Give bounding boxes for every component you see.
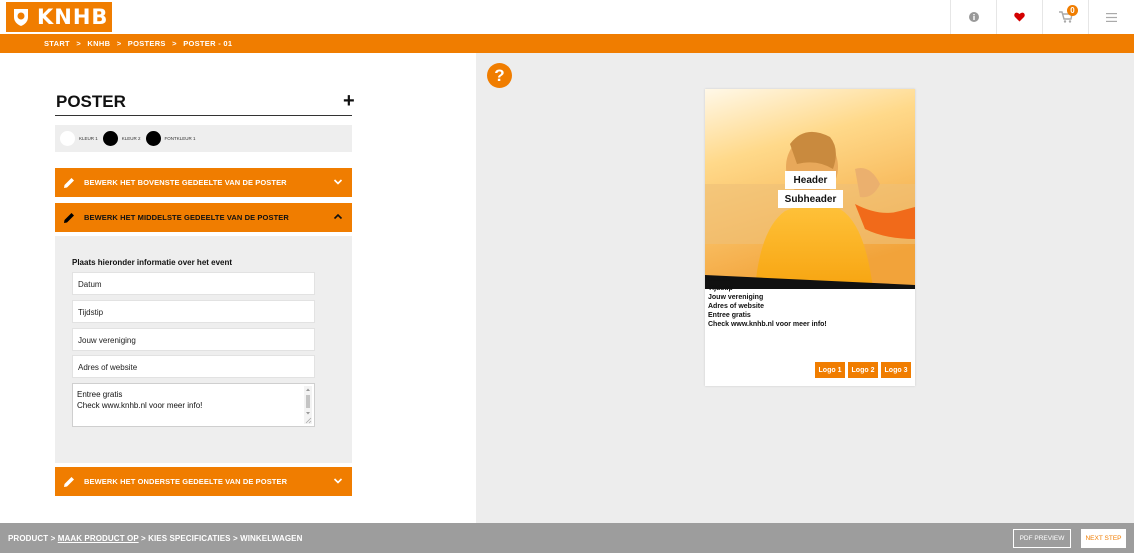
breadcrumb-bar: START > KNHB > POSTERS > POSTER - 01	[0, 34, 1134, 53]
info-icon	[968, 12, 979, 22]
poster-preview-area: ? Header Subheader Datum Tijdstip Jouw v…	[476, 53, 1134, 523]
step-product[interactable]: PRODUCT	[8, 534, 48, 543]
chevron-down-icon	[333, 179, 343, 185]
poster-line: Datum	[708, 276, 730, 283]
accordion-label: BEWERK HET ONDERSTE GEDEELTE VAN DE POST…	[84, 477, 288, 486]
breadcrumb-separator: >	[76, 39, 82, 48]
brand-name: KNHB	[37, 5, 109, 29]
poster-photo	[705, 89, 915, 289]
color-label: KLEUR 1	[79, 136, 98, 141]
cart-button[interactable]: 0	[1042, 0, 1088, 34]
color-swatch-kleur-2[interactable]	[102, 131, 118, 146]
color-label: FONTKLEUR 1	[164, 136, 196, 141]
step-kies-specificaties[interactable]: KIES SPECIFICATIES	[148, 534, 231, 543]
address-field[interactable]: Adres of website	[72, 355, 315, 378]
title-divider	[55, 115, 352, 116]
next-step-button[interactable]: NEXT STEP	[1081, 529, 1126, 548]
help-icon[interactable]: ?	[487, 63, 512, 88]
chevron-down-icon	[333, 478, 343, 484]
color-swatch-fontkleur-1[interactable]	[145, 131, 161, 146]
color-swatch-kleur-1[interactable]	[60, 131, 75, 146]
date-field[interactable]: Datum	[72, 272, 315, 295]
accordion-label: BEWERK HET MIDDELSTE GEDEELTE VAN DE POS…	[84, 213, 289, 222]
color-picker-bar: KLEUR 1 KLEUR 2 FONTKLEUR 1	[55, 125, 352, 152]
poster-header: Header	[785, 171, 836, 189]
color-label: KLEUR 2	[121, 136, 141, 141]
page-title: POSTER	[56, 92, 126, 111]
step-breadcrumb: PRODUCT > MAAK PRODUCT OP > KIES SPECIFI…	[8, 534, 303, 543]
knhb-logo[interactable]: KNHB	[6, 2, 112, 32]
accordion-bottom-section[interactable]: BEWERK HET ONDERSTE GEDEELTE VAN DE POST…	[55, 467, 352, 496]
accordion-middle-section[interactable]: BEWERK HET MIDDELSTE GEDEELTE VAN DE POS…	[55, 203, 352, 232]
accordion-top-section[interactable]: BEWERK HET BOVENSTE GEDEELTE VAN DE POST…	[55, 168, 352, 197]
pdf-preview-button[interactable]: PDF PREVIEW	[1013, 529, 1071, 548]
middle-section-form: Plaats hieronder informatie over het eve…	[55, 236, 352, 463]
textarea-line: Entree gratis	[77, 390, 123, 399]
poster-subheader: Subheader	[778, 190, 843, 208]
poster-info-lines: Datum Tijdstip Jouw vereniging Adres of …	[708, 275, 827, 329]
breadcrumb-item-start[interactable]: START	[44, 39, 70, 48]
breadcrumb: START > KNHB > POSTERS > POSTER - 01	[44, 39, 236, 48]
poster-line: Entree gratis	[708, 312, 751, 319]
shield-icon	[14, 9, 28, 26]
breadcrumb-item-knhb[interactable]: KNHB	[87, 39, 110, 48]
menu-button[interactable]	[1088, 0, 1134, 34]
time-field[interactable]: Tijdstip	[72, 300, 315, 323]
club-field[interactable]: Jouw vereniging	[72, 328, 315, 351]
breadcrumb-separator: >	[116, 39, 122, 48]
textarea-scrollbar[interactable]	[304, 386, 312, 424]
pencil-icon	[64, 476, 74, 487]
menu-icon	[1106, 12, 1117, 22]
top-navigation-bar: KNHB 0	[0, 0, 1134, 34]
step-separator: >	[140, 534, 146, 543]
top-icon-group: 0	[950, 0, 1134, 34]
info-button[interactable]	[950, 0, 996, 34]
favorites-button[interactable]	[996, 0, 1042, 34]
poster-line: Check www.knhb.nl voor meer info!	[708, 321, 827, 328]
cart-count-badge: 0	[1067, 5, 1078, 16]
poster-line: Tijdstip	[708, 285, 733, 292]
poster-line: Jouw vereniging	[708, 294, 764, 301]
breadcrumb-separator: >	[172, 39, 177, 48]
poster-logo-3: Logo 3	[881, 362, 911, 378]
pencil-icon	[64, 212, 74, 223]
step-maak-product-op[interactable]: MAAK PRODUCT OP	[58, 534, 139, 543]
poster-logo-row: Logo 1 Logo 2 Logo 3	[812, 362, 911, 378]
editor-panel: POSTER + KLEUR 1 KLEUR 2 FONTKLEUR 1 BEW…	[0, 53, 476, 523]
step-separator: >	[50, 534, 56, 543]
poster-preview: Header Subheader Datum Tijdstip Jouw ver…	[705, 89, 915, 386]
poster-logo-2: Logo 2	[848, 362, 878, 378]
textarea-line: Check www.knhb.nl voor meer info!	[77, 401, 203, 410]
event-info-label: Plaats hieronder informatie over het eve…	[72, 258, 233, 267]
step-winkelwagen[interactable]: WINKELWAGEN	[240, 534, 302, 543]
extra-info-textarea[interactable]: Entree gratis Check www.knhb.nl voor mee…	[72, 383, 315, 427]
step-separator: >	[232, 534, 238, 543]
chevron-up-icon	[333, 213, 343, 220]
pencil-icon	[64, 177, 74, 188]
accordion-label: BEWERK HET BOVENSTE GEDEELTE VAN DE POST…	[84, 178, 287, 187]
breadcrumb-item-posters[interactable]: POSTERS	[128, 39, 166, 48]
poster-logo-1: Logo 1	[815, 362, 845, 378]
heart-icon	[1014, 12, 1025, 22]
step-footer: PRODUCT > MAAK PRODUCT OP > KIES SPECIFI…	[0, 523, 1134, 553]
poster-line: Adres of website	[708, 303, 765, 310]
add-icon[interactable]: +	[343, 90, 355, 113]
breadcrumb-item-current: POSTER - 01	[183, 39, 233, 48]
